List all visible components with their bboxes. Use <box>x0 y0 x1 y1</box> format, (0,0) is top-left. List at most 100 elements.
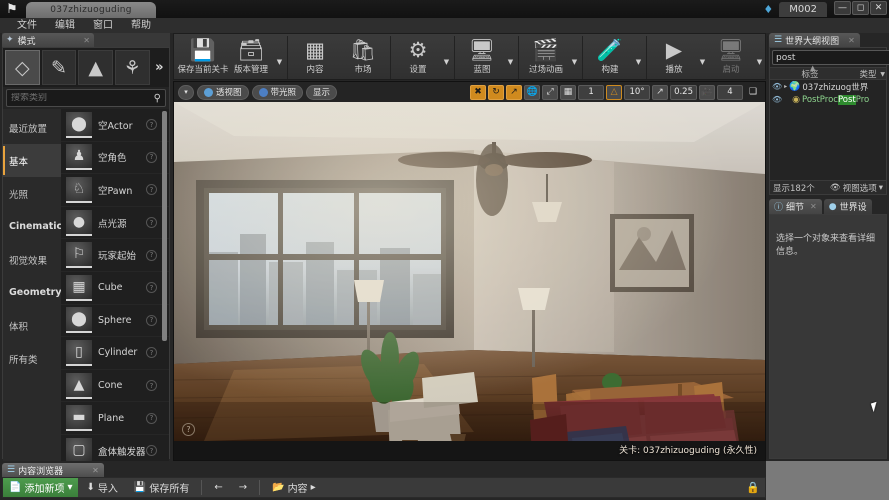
launch-button[interactable]: 🖥 启动 <box>707 36 755 79</box>
view-options-button[interactable]: 👁 视图选项 ▾ <box>830 182 883 194</box>
tab-world-settings[interactable]: ● 世界设 <box>823 199 872 214</box>
category-basic[interactable]: 基本 <box>3 144 61 177</box>
tab-modes[interactable]: ✦ 模式 ✕ <box>2 33 94 47</box>
help-icon[interactable]: ? <box>146 347 157 359</box>
chevron-down-icon[interactable]: ▼ <box>880 71 885 78</box>
show-flags-button[interactable]: 显示 <box>306 84 338 100</box>
close-icon[interactable]: ✕ <box>92 466 99 475</box>
list-item[interactable]: ▬ Plane ? <box>61 402 169 435</box>
lock-icon[interactable]: 🔒 <box>745 480 761 496</box>
viewport-options-button[interactable]: ▾ <box>178 84 194 100</box>
close-icon[interactable]: ✕ <box>848 36 855 45</box>
chevron-down-icon[interactable]: ▼ <box>634 36 643 79</box>
list-item[interactable]: ▯ Cylinder ? <box>61 337 169 370</box>
viewport-render[interactable] <box>174 102 765 441</box>
column-label[interactable]: ▲ 标签 <box>770 64 850 80</box>
navigate-back-button[interactable]: ← <box>206 478 230 497</box>
surface-snap-button[interactable]: ⤢ <box>542 84 559 100</box>
scale-gizmo-button[interactable]: ↗ <box>506 84 523 100</box>
visibility-eye-icon[interactable]: 👁 <box>772 95 782 104</box>
category-all-classes[interactable]: 所有类 <box>3 342 61 375</box>
category-geometry[interactable]: Geometry <box>3 276 62 309</box>
menu-item-edit[interactable]: 编辑 <box>46 18 84 33</box>
shading-mode-lit-button[interactable]: 带光照 <box>251 84 304 100</box>
more-modes-icon[interactable]: » <box>152 50 167 85</box>
list-item[interactable]: ▲ Cone ? <box>61 370 169 403</box>
menu-item-file[interactable]: 文件 <box>8 18 46 33</box>
save-current-level-button[interactable]: 💾 保存当前关卡 <box>178 36 229 79</box>
chevron-down-icon[interactable]: ▼ <box>506 36 515 79</box>
help-icon[interactable]: ? <box>146 282 157 294</box>
help-icon[interactable]: ? <box>146 151 157 163</box>
chevron-down-icon[interactable]: ▼ <box>275 36 284 79</box>
chevron-down-icon[interactable]: ▼ <box>442 36 451 79</box>
modes-search-input[interactable] <box>11 93 154 103</box>
content-button[interactable]: ▦ 内容 <box>291 36 339 79</box>
tab-content-browser[interactable]: ☰ 内容浏览器 ✕ <box>2 463 104 477</box>
cinematics-button[interactable]: 🎬 过场动画 <box>522 36 570 79</box>
help-icon[interactable]: ? <box>146 217 157 229</box>
angle-snap-toggle[interactable]: △ <box>606 84 623 100</box>
grid-snap-toggle[interactable]: ▦ <box>560 84 577 100</box>
expand-arrow-icon[interactable]: ▸ <box>784 83 787 90</box>
list-item[interactable]: ♟ 空角色 ? <box>61 142 169 175</box>
category-recently-placed[interactable]: 最近放置 <box>3 111 61 144</box>
chevron-down-icon[interactable]: ▼ <box>570 36 579 79</box>
settings-button[interactable]: ⚙ 设置 <box>394 36 442 79</box>
close-icon[interactable]: ✕ <box>83 36 90 45</box>
import-button[interactable]: ⬇ 导入 <box>78 478 125 497</box>
view-mode-perspective-button[interactable]: 透视图 <box>197 84 249 100</box>
list-item[interactable]: ▢ 盒体触发器 ? <box>61 435 169 461</box>
navigate-forward-button[interactable]: → <box>231 478 255 497</box>
menu-item-help[interactable]: 帮助 <box>122 18 160 33</box>
scale-snap-value[interactable]: 0.25 <box>670 84 697 100</box>
menu-item-window[interactable]: 窗口 <box>84 18 122 33</box>
grid-snap-value[interactable]: 1 <box>578 84 605 100</box>
source-control-button[interactable]: 🗃 版本管理 <box>227 36 275 79</box>
maximize-button[interactable]: ◻ <box>852 1 869 15</box>
minimize-button[interactable]: — <box>834 1 851 15</box>
add-new-button[interactable]: 📄 添加新项 ▾ <box>3 478 79 497</box>
items-scrollbar[interactable] <box>162 111 167 341</box>
angle-snap-value[interactable]: 10° <box>624 84 651 100</box>
place-mode-icon[interactable]: ◇ <box>5 50 40 85</box>
close-icon[interactable]: ✕ <box>810 202 817 211</box>
chevron-down-icon[interactable]: ▼ <box>755 36 764 79</box>
category-cinematic[interactable]: Cinematic <box>3 210 62 243</box>
list-item[interactable]: ▦ Cube ? <box>61 272 169 305</box>
visibility-eye-icon[interactable]: 👁 <box>772 82 782 91</box>
play-button[interactable]: ▶ 播放 <box>650 36 698 79</box>
tab-world-outliner[interactable]: ☰ 世界大纲视图 ✕ <box>769 33 860 47</box>
list-item[interactable]: ⚐ 玩家起始 ? <box>61 239 169 272</box>
list-item[interactable]: ● 点光源 ? <box>61 207 169 240</box>
list-item[interactable]: ⬤ Sphere ? <box>61 305 169 338</box>
help-icon[interactable]: ? <box>146 119 157 131</box>
help-icon[interactable]: ? <box>146 380 157 392</box>
level-viewport[interactable]: ▾ 透视图 带光照 显示 ✖ ↻ ↗ 🌐 ⤢ ▦ 1 △ 10° ↗ 0.25 … <box>173 81 766 461</box>
tab-details[interactable]: ⓘ 细节 ✕ <box>769 199 822 214</box>
landscape-mode-icon[interactable]: ▲ <box>78 50 113 85</box>
list-item[interactable]: ♘ 空Pawn ? <box>61 174 169 207</box>
save-all-button[interactable]: 💾 保存所有 <box>126 478 197 497</box>
world-space-button[interactable]: 🌐 <box>524 84 541 100</box>
help-icon[interactable]: ? <box>146 314 157 326</box>
translate-gizmo-button[interactable]: ✖ <box>470 84 487 100</box>
list-item[interactable]: ⬤ 空Actor ? <box>61 109 169 142</box>
category-visual-effects[interactable]: 视觉效果 <box>3 243 61 276</box>
camera-speed-button[interactable]: 🎥 <box>699 84 715 100</box>
camera-speed-value[interactable]: 4 <box>717 84 743 100</box>
modes-search-row[interactable]: ⚲ <box>6 89 166 107</box>
outliner-row-postprocess[interactable]: 👁 ◉ PostProcPostPro <box>770 93 886 106</box>
project-tab[interactable]: 037zhizuoguding <box>26 2 156 18</box>
marketplace-button[interactable]: 🛍 市场 <box>339 36 387 79</box>
foliage-mode-icon[interactable]: ⚘ <box>114 50 150 85</box>
outliner-search-box[interactable]: ✕ <box>772 50 889 65</box>
chevron-down-icon[interactable]: ▼ <box>698 36 707 79</box>
scale-snap-toggle[interactable]: ↗ <box>652 84 669 100</box>
m002-tab[interactable]: M002 <box>779 1 827 17</box>
maximize-viewport-button[interactable]: ❑ <box>745 85 761 100</box>
help-icon[interactable]: ? <box>146 184 157 196</box>
outliner-row-world[interactable]: 👁 ▸ 🌍 037zhizuog世界 <box>770 80 886 93</box>
blueprints-button[interactable]: 🖥 蓝图 <box>458 36 506 79</box>
viewport-help-icon[interactable]: ? <box>182 423 195 436</box>
